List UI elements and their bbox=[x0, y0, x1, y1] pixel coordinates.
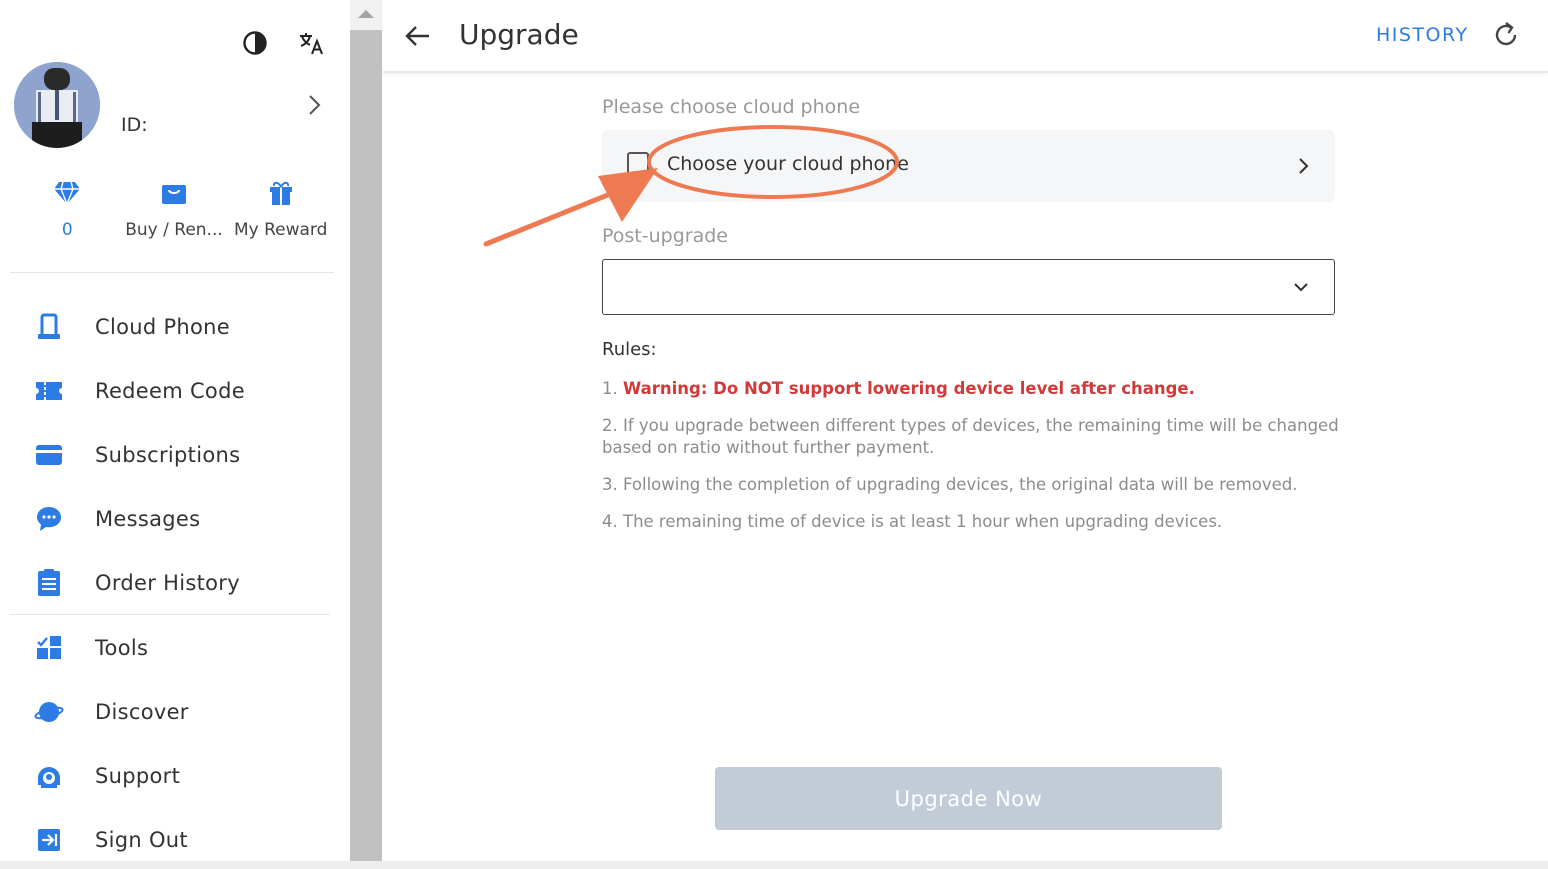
back-arrow-icon[interactable] bbox=[403, 21, 433, 51]
post-upgrade-label: Post-upgrade bbox=[602, 225, 728, 247]
page-title: Upgrade bbox=[459, 18, 579, 51]
shopping-bag-icon bbox=[159, 178, 189, 208]
my-reward-label: My Reward bbox=[233, 220, 328, 240]
diamond-count: 0 bbox=[61, 220, 73, 240]
sidebar-item-label: Sign Out bbox=[95, 828, 188, 852]
chevron-right-icon bbox=[1295, 155, 1313, 177]
sidebar-item-sign-out[interactable]: Sign Out bbox=[0, 815, 330, 865]
sidebar-item-label: Cloud Phone bbox=[95, 315, 231, 339]
chevron-down-icon bbox=[1290, 276, 1312, 298]
sidebar-item-label: Redeem Code bbox=[95, 379, 245, 403]
card-icon bbox=[34, 440, 64, 470]
sidebar-item-messages[interactable]: Messages bbox=[0, 494, 330, 544]
choose-cloud-phone-text: Choose your cloud phone bbox=[667, 153, 909, 175]
sidebar-item-label: Messages bbox=[95, 507, 201, 531]
rule-item: 2. If you upgrade between different type… bbox=[602, 415, 1342, 459]
sidebar-item-cloud-phone[interactable]: Cloud Phone bbox=[0, 302, 330, 352]
rule-number: 4. bbox=[602, 512, 618, 531]
rule-item: 4. The remaining time of device is at le… bbox=[602, 511, 1342, 533]
sidebar-item-discover[interactable]: Discover bbox=[0, 687, 330, 737]
choose-phone-label: Please choose cloud phone bbox=[602, 96, 861, 118]
sidebar-item-subscriptions[interactable]: Subscriptions bbox=[0, 430, 330, 480]
rule-number: 2. bbox=[602, 416, 618, 435]
sidebar-item-tools[interactable]: Tools bbox=[0, 623, 330, 673]
support-icon bbox=[34, 761, 64, 791]
sidebar-item-label: Support bbox=[95, 764, 181, 788]
document-icon bbox=[34, 568, 64, 598]
quick-actions: 0 Buy / Ren... My Reward bbox=[14, 178, 334, 248]
refresh-icon[interactable] bbox=[1491, 20, 1521, 50]
sidebar-item-label: Tools bbox=[95, 636, 149, 660]
rule-text: If you upgrade between different types o… bbox=[602, 416, 1339, 457]
sidebar-scrollbar-thumb[interactable] bbox=[350, 30, 382, 861]
diamond-balance[interactable]: 0 bbox=[14, 178, 121, 248]
phone-icon bbox=[34, 312, 64, 342]
post-upgrade-select[interactable] bbox=[602, 259, 1335, 315]
sign-out-icon bbox=[34, 825, 64, 855]
sidebar-item-order-history[interactable]: Order History bbox=[0, 558, 330, 608]
sidebar: ID: 0 Buy / Ren... My Reward Cloud Phone… bbox=[0, 0, 350, 861]
tools-icon bbox=[34, 633, 64, 663]
user-id: ID: bbox=[121, 114, 148, 136]
sidebar-item-label: Order History bbox=[95, 571, 240, 595]
sidebar-item-label: Discover bbox=[95, 700, 189, 724]
theme-toggle-icon[interactable] bbox=[240, 28, 270, 58]
device-icon bbox=[627, 152, 649, 180]
page-header: Upgrade HISTORY bbox=[383, 0, 1548, 73]
chevron-right-icon[interactable] bbox=[304, 92, 324, 118]
rule-item: 1. Warning: Do NOT support lowering devi… bbox=[602, 378, 1342, 400]
rule-number: 1. bbox=[602, 379, 618, 398]
sidebar-item-label: Subscriptions bbox=[95, 443, 241, 467]
upgrade-now-button[interactable]: Upgrade Now bbox=[715, 767, 1222, 830]
bottom-edge bbox=[0, 861, 1548, 869]
sidebar-item-redeem-code[interactable]: Redeem Code bbox=[0, 366, 330, 416]
sidebar-item-support[interactable]: Support bbox=[0, 751, 330, 801]
rule-text: The remaining time of device is at least… bbox=[623, 512, 1223, 531]
rule-number: 3. bbox=[602, 475, 618, 494]
sidebar-top-icons bbox=[240, 28, 326, 58]
planet-icon bbox=[34, 697, 64, 727]
rule-text: Following the completion of upgrading de… bbox=[623, 475, 1298, 494]
rule-item: 3. Following the completion of upgrading… bbox=[602, 474, 1342, 496]
buy-renew-label: Buy / Ren... bbox=[125, 220, 223, 240]
avatar[interactable] bbox=[14, 62, 100, 148]
rules-title: Rules: bbox=[602, 339, 657, 360]
diamond-icon bbox=[52, 178, 82, 208]
gift-icon bbox=[266, 178, 296, 208]
buy-renew-button[interactable]: Buy / Ren... bbox=[121, 178, 228, 248]
scroll-up-arrow-icon[interactable] bbox=[358, 10, 374, 18]
choose-cloud-phone-selector[interactable]: Choose your cloud phone bbox=[602, 130, 1335, 202]
rule-warning-text: Warning: Do NOT support lowering device … bbox=[623, 379, 1195, 398]
profile-card[interactable]: ID: bbox=[14, 62, 334, 152]
my-reward-button[interactable]: My Reward bbox=[227, 178, 334, 248]
sidebar-divider bbox=[10, 272, 334, 273]
ticket-icon bbox=[34, 376, 64, 406]
translate-icon[interactable] bbox=[296, 28, 326, 58]
chat-icon bbox=[34, 504, 64, 534]
history-link[interactable]: HISTORY bbox=[1376, 24, 1469, 46]
sidebar-divider bbox=[10, 614, 330, 615]
